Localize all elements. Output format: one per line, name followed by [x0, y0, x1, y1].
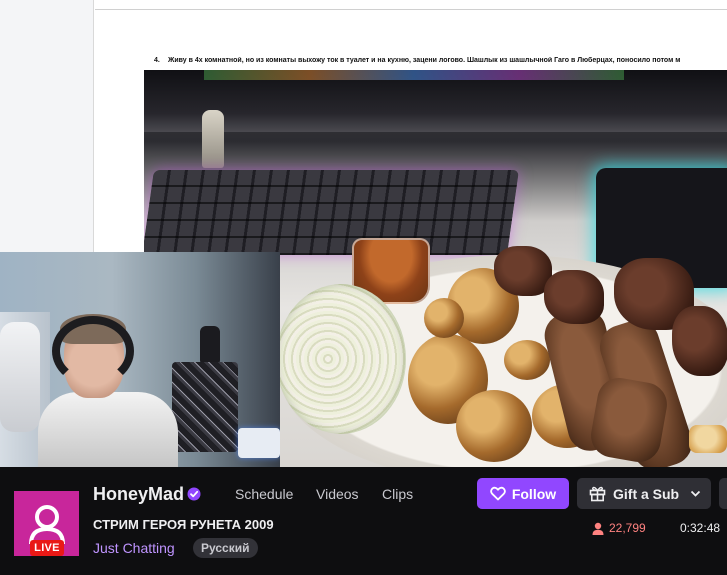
follow-button[interactable]: Follow [477, 478, 569, 509]
webcam-pc-case [172, 362, 238, 452]
viewer-count-value: 22,799 [609, 521, 646, 535]
language-tag[interactable]: Русский [193, 538, 258, 558]
document-text-line: 4. Живу в 4х комнатной, но из комнаты вых… [154, 57, 727, 64]
category-link[interactable]: Just Chatting [93, 540, 175, 556]
meat [544, 270, 604, 324]
channel-name[interactable]: HoneyMad [93, 484, 184, 505]
webcam-figurine [200, 326, 220, 366]
stream-title: СТРИМ ГЕРОЯ РУНЕТА 2009 [93, 517, 274, 532]
stream-uptime: 0:32:48 [680, 521, 721, 535]
webcam-overlay [0, 252, 280, 467]
nav-videos[interactable]: Videos [316, 486, 359, 502]
potato [456, 390, 532, 462]
more-options-button[interactable] [719, 478, 727, 509]
user-silhouette-icon [28, 504, 65, 544]
nav-clips[interactable]: Clips [382, 486, 413, 502]
video-player[interactable]: 4. Живу в 4х комнатной, но из комнаты вых… [0, 0, 727, 467]
webcam-chair [0, 322, 40, 432]
verified-badge-icon [187, 487, 201, 501]
meat [672, 306, 727, 376]
document-line-number: 4. [154, 57, 160, 64]
person-icon [592, 522, 604, 535]
channel-info-bar: LIVE HoneyMad Schedule Videos Clips Foll… [0, 467, 727, 575]
avatar[interactable]: LIVE [14, 491, 79, 556]
document-sidebar [0, 0, 93, 252]
gift-sub-button[interactable]: Gift a Sub [577, 478, 711, 509]
keyboard-keys [144, 170, 519, 255]
potato [424, 298, 464, 338]
heart-icon [490, 486, 506, 501]
monitor [144, 70, 727, 132]
document-rule [95, 9, 727, 10]
webcam-keyboard [238, 428, 280, 458]
nav-schedule[interactable]: Schedule [235, 486, 293, 502]
gift-sub-label: Gift a Sub [613, 485, 680, 502]
onion-salad [276, 284, 406, 434]
headset [52, 316, 134, 386]
potato [504, 340, 550, 380]
chevron-down-icon [690, 490, 701, 497]
streamer-body [38, 392, 178, 467]
viewer-count: 22,799 [592, 521, 646, 535]
live-badge: LIVE [30, 540, 64, 556]
doge-emote [689, 425, 727, 453]
figurine [202, 110, 224, 168]
follow-label: Follow [511, 485, 557, 502]
document-line-text: Живу в 4х комнатной, но из комнаты выхож… [168, 57, 681, 64]
gift-icon [589, 486, 606, 502]
